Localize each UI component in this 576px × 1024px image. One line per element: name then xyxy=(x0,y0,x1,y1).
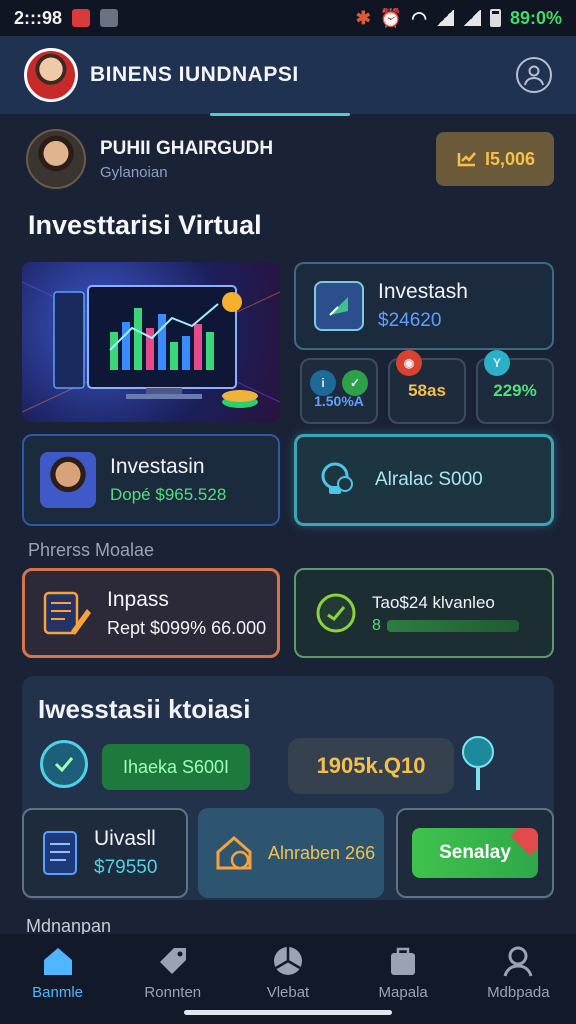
user-summary: PUHII GHAIRGUDH Gylanoian I5,006 xyxy=(26,128,554,190)
profile-investment-card[interactable]: Investasin Dopé $965.528 xyxy=(22,434,280,526)
alert-card-label: Alralac S000 xyxy=(375,469,483,490)
tao-value: 8 xyxy=(372,617,381,634)
inpass-card[interactable]: Inpass Rept $099% 66.000 xyxy=(22,568,280,658)
investor-avatar xyxy=(40,452,96,508)
app-header: BINENS IUNDNAPSI xyxy=(0,36,576,116)
monitor-chart-illustration xyxy=(22,281,280,413)
check-circle-icon xyxy=(316,593,356,633)
app-title: BINENS IUNDNAPSI xyxy=(90,63,299,86)
alnraben-card[interactable]: Alnraben 266 xyxy=(198,808,384,898)
nav-label-ronnten: Ronnten xyxy=(144,984,202,1001)
coin-value: I5,006 xyxy=(484,148,536,169)
alert-card[interactable]: Alralac S000 xyxy=(294,434,554,526)
user-avatar[interactable] xyxy=(26,129,86,189)
shield-check-button[interactable] xyxy=(40,740,88,788)
tao-title: Tao$24 klvanleo xyxy=(372,593,495,612)
mini-stat-card-3[interactable]: Y 229% xyxy=(476,350,554,424)
user-icon xyxy=(501,944,535,978)
status-bar: 2:::98 ✱ ⏰ ◠ 89:0% xyxy=(0,0,576,36)
pie-icon xyxy=(271,944,305,978)
mini-stat-3-value: 229% xyxy=(493,381,537,400)
invest-icon-box xyxy=(314,281,364,331)
bulb-dollar-icon xyxy=(321,462,353,494)
uivasll-title: Uivasll xyxy=(94,827,156,850)
document-pen-icon xyxy=(43,591,91,635)
section-title: Investtarisi Virtual xyxy=(28,210,262,240)
profile-button[interactable] xyxy=(516,57,552,93)
check-icon xyxy=(54,757,74,773)
drink-icon: Y xyxy=(484,350,510,376)
mini-stat-card-2[interactable]: ◉ 58as xyxy=(388,350,466,424)
battery-level: 89:0% xyxy=(509,7,562,28)
senalay-button[interactable]: Senalay xyxy=(412,828,538,878)
clipboard-icon xyxy=(43,831,77,875)
green-pill[interactable]: Ihaeka S600I xyxy=(102,744,250,790)
section-subtitle: Phrerss Moalae xyxy=(28,540,155,560)
inpass-title: Inpass xyxy=(107,587,169,611)
home-indicator[interactable] xyxy=(184,1010,392,1015)
investment-title: Investash xyxy=(378,280,468,303)
wifi-icon: ◠ xyxy=(411,7,427,28)
nav-item-vlebat[interactable]: Vlebat xyxy=(238,944,338,1001)
status-time: 2:::98 xyxy=(14,7,63,28)
nav-label-vlebat: Vlebat xyxy=(266,984,310,1001)
battery-icon xyxy=(489,9,501,27)
nav-item-home[interactable]: Banmle xyxy=(8,944,108,1001)
investment-value: $24620 xyxy=(378,310,442,331)
tag-icon xyxy=(156,944,190,978)
investment-card[interactable]: Investash $24620 xyxy=(294,262,554,350)
nav-item-mdbpada[interactable]: Mdbpada xyxy=(468,944,568,1001)
signal-icon xyxy=(435,10,454,26)
panel-title: Iwesstasii ktoiasi xyxy=(38,694,251,724)
tao-progress-card[interactable]: Tao$24 klvanleo 8 xyxy=(294,568,554,658)
nav-label-mapala: Mapala xyxy=(378,984,428,1001)
header-avatar[interactable] xyxy=(24,48,78,102)
alnraben-label: Alnraben 266 xyxy=(268,842,376,863)
nav-label-home: Banmle xyxy=(32,984,84,1001)
coin-balance-badge[interactable]: I5,006 xyxy=(436,132,554,186)
signal-2-icon xyxy=(462,10,481,26)
info-icon: i xyxy=(310,370,336,396)
gallery-notification-icon xyxy=(100,9,119,27)
senalay-card: Senalay xyxy=(396,808,554,898)
uivasll-value: $79550 xyxy=(94,857,158,878)
bluetooth-icon: ✱ xyxy=(355,7,371,28)
user-subtitle: Gylanoian xyxy=(100,163,168,181)
tao-progress-fill xyxy=(386,620,519,632)
profile-card-value: Dopé $965.528 xyxy=(110,485,227,504)
hero-illustration xyxy=(22,262,280,422)
location-pin-icon xyxy=(462,736,494,768)
check-icon: ✓ xyxy=(342,370,368,396)
pin-stem xyxy=(476,768,480,790)
nav-item-ronnten[interactable]: Ronnten xyxy=(123,944,223,1001)
nav-label-mdbpada: Mdbpada xyxy=(487,984,550,1001)
profile-card-title: Investasin xyxy=(110,455,205,478)
uivasll-card[interactable]: Uivasll $79550 xyxy=(22,808,188,898)
notification-app-icon xyxy=(72,9,91,27)
bag-icon xyxy=(386,944,420,978)
nav-item-mapala[interactable]: Mapala xyxy=(353,944,453,1001)
house-coin-icon xyxy=(216,836,252,870)
tao-progress-bar: 8 xyxy=(372,617,532,634)
mini-stat-2-value: 58as xyxy=(408,381,446,400)
header-tab-indicator xyxy=(210,113,350,116)
dark-pill[interactable]: 1905k.Q10 xyxy=(288,738,454,794)
user-icon xyxy=(524,65,544,86)
home-icon xyxy=(41,944,75,978)
coin-icon xyxy=(457,152,476,167)
alarm-icon: ⏰ xyxy=(379,7,403,28)
alert-icon: ◉ xyxy=(396,350,422,376)
user-name: PUHII GHAIRGUDH xyxy=(100,137,274,159)
leaf-check-icon xyxy=(329,297,348,316)
mini-stat-card-1[interactable]: i ✓ 1.50%A xyxy=(300,358,378,424)
inpass-value: Rept $099% 66.000 xyxy=(107,617,267,638)
